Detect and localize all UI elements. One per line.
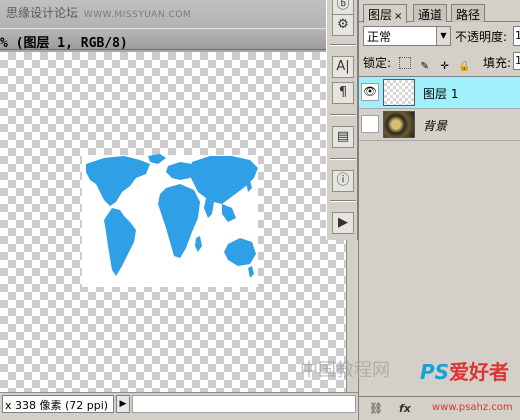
- lock-brush-icon[interactable]: ✎: [419, 61, 431, 73]
- blend-mode-value: 正常: [367, 30, 392, 44]
- lock-label: 锁定:: [363, 56, 392, 70]
- visibility-toggle[interactable]: [361, 115, 379, 133]
- document-size-status: x 338 像素 (72 ppi): [2, 395, 114, 413]
- watermark-site-name: 思缘设计论坛: [6, 6, 79, 20]
- tab-channels-label: 通道: [418, 8, 443, 22]
- world-map-image[interactable]: [0, 52, 346, 392]
- lock-row: 锁定: ✎ ✛ 🔒 填充: 10: [363, 52, 520, 73]
- opacity-input[interactable]: 10: [513, 26, 520, 46]
- document-canvas[interactable]: [0, 52, 346, 392]
- layer-row[interactable]: 👁 图层 1: [359, 77, 520, 109]
- layers-list: 👁 图层 1 背景: [359, 76, 520, 396]
- dock-separator: [330, 44, 356, 46]
- watermark-top: 思缘设计论坛 WWW.MISSYUAN.COM: [6, 4, 191, 21]
- layer-thumbnail: [383, 79, 415, 106]
- actions-panel-icon[interactable]: ▶: [332, 212, 354, 234]
- layer-name: 背景: [423, 119, 448, 133]
- layer-thumbnail: [383, 111, 415, 138]
- document-title: % (图层 1, RGB/8): [0, 36, 128, 51]
- horizontal-scrollbar[interactable]: [132, 395, 356, 413]
- dock-separator: [330, 200, 356, 202]
- lock-move-icon[interactable]: ✛: [439, 61, 451, 73]
- tab-paths-label: 路径: [456, 8, 481, 22]
- close-icon[interactable]: ×: [394, 11, 402, 22]
- tab-layers[interactable]: 图层 ×: [363, 4, 408, 23]
- document-title-bar[interactable]: % (图层 1, RGB/8): [0, 28, 356, 51]
- layer-style-icon[interactable]: fx: [399, 402, 411, 415]
- layer-name: 图层 1: [423, 87, 459, 101]
- watermark-brand-text: 爱好者: [449, 360, 510, 384]
- lock-transparency-icon[interactable]: [398, 57, 411, 69]
- dock-separator: [330, 158, 356, 160]
- tab-channels[interactable]: 通道: [413, 4, 448, 22]
- character-panel-icon[interactable]: A|: [332, 56, 354, 78]
- layer-row[interactable]: 背景: [359, 109, 520, 141]
- link-layers-icon[interactable]: ⛓: [369, 402, 383, 415]
- tab-paths[interactable]: 路径: [451, 4, 486, 22]
- panel-dock-strip: ⓑ ⚙ A| ¶ ▤ ⓘ ▶: [326, 0, 358, 240]
- blend-mode-select[interactable]: 正常 ▼: [363, 26, 451, 46]
- watermark-url-bottom: www.psahz.com: [432, 402, 513, 413]
- paragraph-panel-icon[interactable]: ¶: [332, 82, 354, 104]
- layer-comps-icon[interactable]: ▤: [332, 126, 354, 148]
- tool-preset-icon[interactable]: ⚙: [332, 14, 354, 36]
- watermark-center: 中国教程网: [300, 360, 390, 381]
- eye-icon[interactable]: 👁: [361, 83, 379, 101]
- chevron-down-icon[interactable]: ▼: [436, 27, 450, 45]
- opacity-label: 不透明度:: [455, 30, 508, 44]
- lock-all-icon[interactable]: 🔒: [458, 61, 470, 73]
- watermark-brand: PS爱好者: [420, 356, 509, 385]
- tab-layers-label: 图层: [368, 8, 393, 22]
- watermark-url: WWW.MISSYUAN.COM: [83, 10, 192, 20]
- status-bar: x 338 像素 (72 ppi) ▶: [0, 392, 360, 420]
- document-title-area: 思缘设计论坛 WWW.MISSYUAN.COM % (图层 1, RGB/8): [0, 0, 356, 52]
- dock-separator: [330, 114, 356, 116]
- fill-label: 填充:: [483, 56, 512, 70]
- status-menu-arrow-icon[interactable]: ▶: [116, 395, 130, 413]
- fill-input[interactable]: 10: [513, 52, 520, 70]
- watermark-brand-ps: PS: [420, 360, 450, 384]
- panel-tabs: 图层 × 通道 路径: [359, 4, 520, 23]
- info-panel-icon[interactable]: ⓘ: [332, 170, 354, 192]
